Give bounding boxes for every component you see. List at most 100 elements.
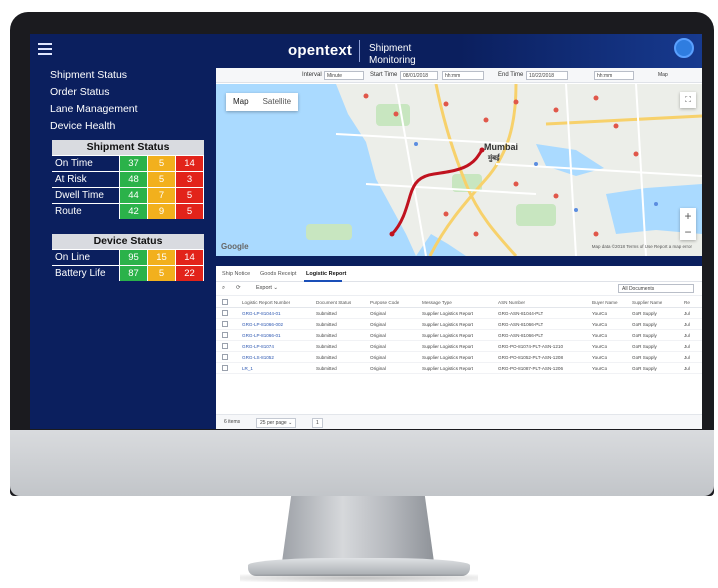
table-cell: GRG-PO-81087-PLT-ASN-1206 [498,366,564,371]
green-count[interactable]: 87 [119,266,147,281]
select-all-checkbox[interactable] [222,299,228,305]
menu-icon[interactable] [38,43,52,55]
shipment-status-table: Shipment Status On Time 37 5 14 At Risk … [52,140,204,219]
brand-logo: opentext [288,42,353,59]
monitor-stand [282,496,434,562]
device-status-table: Device Status On Line 95 15 14 Battery L… [52,234,204,281]
green-count[interactable]: 44 [119,188,147,203]
tab-goods-receipt[interactable]: Goods Receipt [260,271,296,277]
start-date-input[interactable]: 08/01/2018 [400,71,438,80]
table-cell: Jul [684,333,690,338]
table-cell: YourCo [592,333,608,338]
report-number-link[interactable]: LR_1 [242,366,253,371]
nav-device-health[interactable]: Device Health [50,120,115,132]
route-map[interactable]: Map Satellite ⛶ Mumbai मुंबई + − Google … [216,84,702,256]
yellow-count[interactable]: 5 [147,156,175,171]
nav-shipment-status[interactable]: Shipment Status [50,69,127,81]
column-header[interactable]: Purpose Code [370,300,399,305]
nav-order-status[interactable]: Order Status [50,86,110,98]
document-filter-select[interactable]: All Documents [618,284,694,293]
map-view-tab[interactable]: Map [226,93,256,111]
table-row[interactable]: GRG-LP-81066-01 Submitted Original Suppl… [216,330,702,341]
status-row-on-time[interactable]: On Time 37 5 14 [52,155,204,171]
map-terms[interactable]: Map data ©2018 Terms of Use Report a map… [592,244,692,249]
row-checkbox[interactable] [222,332,228,338]
red-count[interactable]: 14 [175,156,203,171]
red-count[interactable]: 22 [175,266,203,281]
search-icon[interactable]: ⌕ [222,285,225,292]
table-header: Logistic Report Number Document Status P… [216,297,702,308]
table-row[interactable]: GRG-LP-81074 Submitted Original Supplier… [216,341,702,352]
red-count[interactable]: 3 [175,172,203,187]
status-row-battery-life[interactable]: Battery Life 87 5 22 [52,265,204,281]
status-row-at-risk[interactable]: At Risk 48 5 3 [52,171,204,187]
report-number-link[interactable]: GRG-LP-81074 [242,344,274,349]
map-city-local-label: मुंबई [488,155,500,162]
interval-select[interactable]: Minute [324,71,364,80]
table-row[interactable]: LR_1 Submitted Original Supplier Logisti… [216,363,702,374]
green-count[interactable]: 37 [119,156,147,171]
row-checkbox[interactable] [222,321,228,327]
tab-logistic-report[interactable]: Logistic Report [306,271,346,277]
report-number-link[interactable]: GRG-LP-81066-002 [242,322,283,327]
table-cell: GRG-ASN-81066-PLT [498,322,544,327]
column-header[interactable]: Supplier Name [632,300,662,305]
column-header[interactable]: Re [684,300,690,305]
start-time-input[interactable]: hh:mm [442,71,484,80]
table-row[interactable]: GRG-LP-81066-002 Submitted Original Supp… [216,319,702,330]
report-number-link[interactable]: GRG-LP-81066-01 [242,333,281,338]
red-count[interactable]: 5 [175,204,203,219]
map-apply-button[interactable]: Map [654,71,672,80]
yellow-count[interactable]: 5 [147,266,175,281]
status-row-dwell-time[interactable]: Dwell Time 44 7 5 [52,187,204,203]
app-title: Shipment Monitoring [369,43,416,66]
zoom-in-button[interactable]: + [680,208,696,224]
red-count[interactable]: 14 [175,250,203,265]
report-number-link[interactable]: GRG-LS-81052 [242,355,274,360]
status-row-route[interactable]: Route 42 9 5 [52,203,204,219]
page-number[interactable]: 1 [312,418,323,428]
green-count[interactable]: 95 [119,250,147,265]
fullscreen-icon[interactable]: ⛶ [680,92,696,108]
row-checkbox[interactable] [222,365,228,371]
column-header[interactable]: Buyer Name [592,300,618,305]
documents-panel: Ship Notice Goods Receipt Logistic Repor… [216,266,702,429]
yellow-count[interactable]: 7 [147,188,175,203]
column-header[interactable]: Document Status [316,300,351,305]
yellow-count[interactable]: 15 [147,250,175,265]
table-cell: Jul [684,344,690,349]
per-page-select[interactable]: 25 per page ⌄ [256,418,297,428]
yellow-count[interactable]: 9 [147,204,175,219]
end-time-input[interactable]: hh:mm [594,71,634,80]
report-number-link[interactable]: GRG-LP-81044-01 [242,311,281,316]
green-count[interactable]: 42 [119,204,147,219]
row-checkbox[interactable] [222,354,228,360]
table-cell: GRG-ASN-81066-PLT [498,333,544,338]
item-count: 6 items [224,419,241,425]
table-cell: GRG-PO-81052-PLT-ASN-1208 [498,355,564,360]
refresh-icon[interactable]: ⟳ [236,285,241,291]
status-row-on-line[interactable]: On Line 95 15 14 [52,249,204,265]
zoom-out-button[interactable]: − [680,224,696,240]
row-checkbox[interactable] [222,310,228,316]
column-header[interactable]: Logistic Report Number [242,300,290,305]
export-button[interactable]: Export ⌄ [256,285,278,291]
satellite-view-tab[interactable]: Satellite [256,93,298,111]
tab-ship-notice[interactable]: Ship Notice [222,271,250,277]
user-avatar-icon[interactable] [674,38,694,58]
nav-lane-management[interactable]: Lane Management [50,103,138,115]
table-cell: Submitted [316,344,337,349]
monitor-chin [10,430,714,496]
table-row[interactable]: GRG-LS-81052 Submitted Original Supplier… [216,352,702,363]
column-header[interactable]: Message Type [422,300,452,305]
documents-toolbar: ⌕ ⟳ Export ⌄ All Documents [216,282,702,296]
yellow-count[interactable]: 5 [147,172,175,187]
green-count[interactable]: 48 [119,172,147,187]
end-date-input[interactable]: 10/22/2018 [526,71,568,80]
red-count[interactable]: 5 [175,188,203,203]
table-cell: Supplier Logistics Report [422,333,474,338]
table-cell: Submitted [316,366,337,371]
table-row[interactable]: GRG-LP-81044-01 Submitted Original Suppl… [216,308,702,319]
row-checkbox[interactable] [222,343,228,349]
column-header[interactable]: ASN Number [498,300,525,305]
